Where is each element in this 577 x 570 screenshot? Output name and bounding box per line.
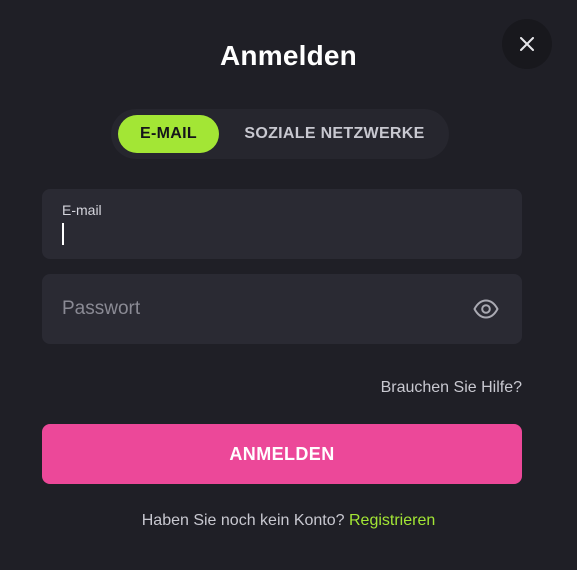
password-field[interactable] (42, 274, 522, 344)
text-caret (62, 223, 64, 245)
login-submit-button[interactable]: ANMELDEN (42, 424, 522, 484)
help-link[interactable]: Brauchen Sie Hilfe? (381, 379, 522, 397)
register-prompt: Haben Sie noch kein Konto? (141, 512, 349, 529)
login-modal: Anmelden E-MAIL SOZIALE NETZWERKE E-mail… (0, 0, 577, 570)
email-field-label: E-mail (62, 202, 102, 218)
eye-icon (473, 299, 499, 319)
login-method-tabs: E-MAIL SOZIALE NETZWERKE (111, 109, 449, 159)
close-icon (520, 37, 534, 51)
tab-email[interactable]: E-MAIL (118, 115, 219, 153)
register-link[interactable]: Registrieren (349, 512, 435, 529)
tab-social-networks[interactable]: SOZIALE NETZWERKE (227, 115, 442, 153)
email-field[interactable]: E-mail (42, 189, 522, 259)
email-input[interactable] (62, 221, 502, 247)
register-row: Haben Sie noch kein Konto? Registrieren (0, 512, 577, 530)
modal-title: Anmelden (220, 40, 357, 71)
show-password-button[interactable] (472, 296, 500, 322)
close-button[interactable] (502, 19, 552, 69)
password-input[interactable] (62, 274, 462, 344)
